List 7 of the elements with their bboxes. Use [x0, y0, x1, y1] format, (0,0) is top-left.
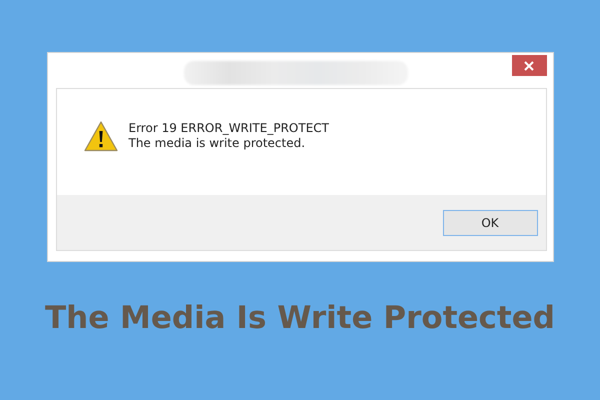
close-button[interactable]: [512, 55, 546, 76]
error-message: Error 19 ERROR_WRITE_PROTECT: [128, 121, 329, 136]
headline: The Media Is Write Protected: [45, 300, 555, 336]
error-message: The media is write protected.: [128, 136, 306, 151]
close-icon: [524, 60, 534, 70]
ok-button[interactable]: OK: [442, 210, 538, 236]
warning-icon: [84, 120, 118, 152]
